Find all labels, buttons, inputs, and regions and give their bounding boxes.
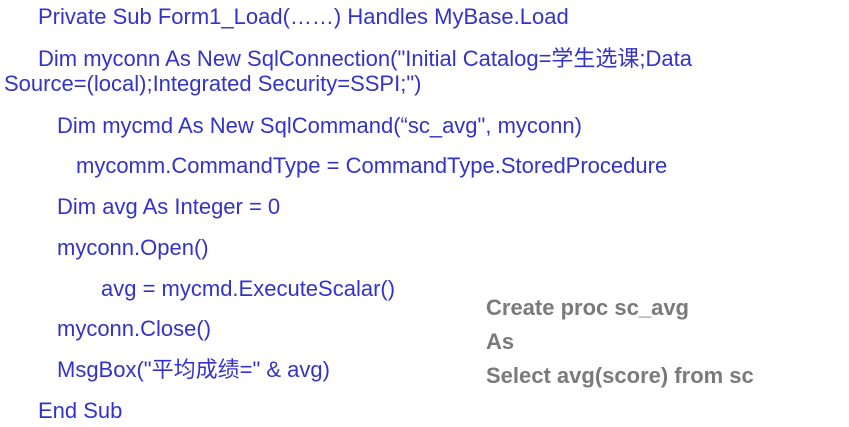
code-line-close: myconn.Close() [57,316,212,341]
code-line-sub-declaration: Private Sub Form1_Load(……) Handles MyBas… [38,4,569,29]
sql-line-select: Select avg(score) from sc [486,363,754,388]
code-line-end-sub: End Sub [38,398,123,423]
code-line-connection-part2: Source=(local);Integrated Security=SSPI;… [4,71,422,96]
sql-line-as: As [486,329,515,354]
sql-line-create-proc: Create proc sc_avg [486,295,689,320]
code-line-command-type: mycomm.CommandType = CommandType.StoredP… [76,153,668,178]
code-line-msgbox: MsgBox("平均成绩=" & avg) [57,357,330,382]
slide-canvas: Private Sub Form1_Load(……) Handles MyBas… [0,0,849,427]
code-line-open: myconn.Open() [57,235,209,260]
code-line-avg-declaration: Dim avg As Integer = 0 [57,194,281,219]
code-line-command: Dim mycmd As New SqlCommand(“sc_avg", my… [57,113,582,138]
code-line-execute-scalar: avg = mycmd.ExecuteScalar() [101,276,396,301]
code-line-connection-part1: Dim myconn As New SqlConnection("Initial… [38,46,693,71]
